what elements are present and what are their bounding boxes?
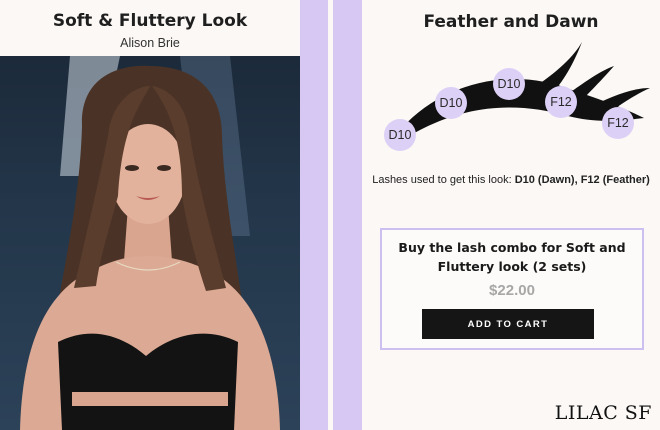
celebrity-photo bbox=[0, 56, 300, 430]
lashes-used-value: D10 (Dawn), F12 (Feather) bbox=[514, 174, 650, 186]
lash-style-title: Feather and Dawn bbox=[423, 12, 599, 32]
look-title: Soft & Fluttery Look bbox=[52, 11, 248, 31]
divider-stripe-right bbox=[333, 0, 362, 430]
svg-text:F12: F12 bbox=[550, 95, 572, 109]
look-panel: Soft & Fluttery Look Alison Brie bbox=[0, 0, 300, 430]
lash-combo-card: Buy the lash combo for Soft and Fluttery… bbox=[380, 228, 644, 350]
lashes-used-label: Lashes used to get this look: bbox=[372, 174, 515, 186]
lash-badge-f12-outer: F12 bbox=[602, 107, 634, 139]
combo-price: $22.00 bbox=[489, 282, 535, 299]
lash-badge-f12-middle: F12 bbox=[545, 86, 577, 118]
svg-text:F12: F12 bbox=[607, 116, 629, 130]
lash-badge-d10-middle: D10 bbox=[435, 87, 467, 119]
lashes-used-text: Lashes used to get this look: D10 (Dawn)… bbox=[362, 174, 660, 186]
svg-text:D10: D10 bbox=[440, 96, 463, 110]
combo-title: Buy the lash combo for Soft and Fluttery… bbox=[398, 240, 626, 274]
celebrity-name: Alison Brie bbox=[120, 36, 180, 50]
lash-badge-d10-inner: D10 bbox=[384, 119, 416, 151]
svg-text:D10: D10 bbox=[389, 128, 412, 142]
brand-logo: LILAC SF bbox=[554, 402, 652, 424]
lash-map-diagram: D10 D10 D10 F12 F12 bbox=[384, 42, 650, 151]
add-to-cart-button[interactable]: ADD TO CART bbox=[422, 309, 594, 339]
photo-illustration bbox=[20, 56, 280, 430]
lash-badge-d10-top: D10 bbox=[493, 68, 525, 100]
svg-text:D10: D10 bbox=[498, 77, 521, 91]
lash-panel: Feather and Dawn D10 D10 D10 F12 F12 Las bbox=[362, 0, 660, 430]
divider-stripe-left bbox=[300, 0, 328, 430]
